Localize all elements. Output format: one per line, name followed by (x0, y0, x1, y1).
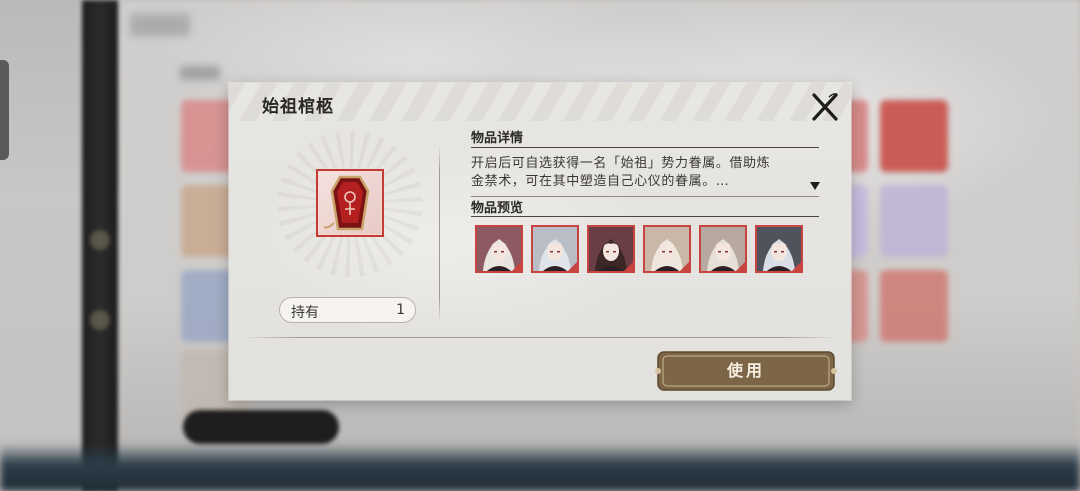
background-pill (183, 410, 339, 444)
side-handle (0, 60, 9, 160)
bottom-divider (241, 337, 839, 338)
owned-count-box: 持有 1 (279, 297, 416, 323)
dialog-title: 始祖棺柩 (262, 97, 334, 117)
use-button-label: 使用 (726, 361, 765, 380)
portrait-corner-mark (736, 262, 745, 271)
background-subtitle (180, 66, 220, 80)
character-preview-item[interactable] (643, 225, 691, 273)
owned-count: 1 (396, 302, 405, 318)
background-tile (880, 100, 948, 172)
coffin-icon (323, 175, 370, 231)
portrait-corner-mark (624, 262, 633, 271)
item-description: 开启后可自选获得一名「始祖」势力眷属。借助炼 金禁术，可在其中塑造自己心仪的眷属… (471, 155, 801, 191)
background-tile (880, 270, 948, 342)
character-preview-item[interactable] (587, 225, 635, 273)
description-line-2: 金禁术，可在其中塑造自己心仪的眷属。… (471, 174, 730, 189)
background-tile (880, 185, 948, 257)
preview-heading: 物品预览 (471, 201, 524, 216)
preview-underline (471, 216, 819, 217)
background-title (130, 14, 190, 36)
portrait-corner-mark (792, 262, 801, 271)
character-preview-item[interactable] (531, 225, 579, 273)
owned-label: 持有 (291, 305, 319, 321)
panel-divider (439, 145, 440, 323)
description-line-1: 开启后可自选获得一名「始祖」势力眷属。借助炼 (471, 156, 771, 171)
details-underline (471, 147, 819, 148)
preview-overline (471, 196, 819, 197)
close-x-icon (812, 93, 838, 121)
details-heading: 物品详情 (471, 131, 524, 146)
item-icon-frame (316, 169, 384, 237)
character-preview-item[interactable] (475, 225, 523, 273)
item-dialog: 始祖棺柩 持有 1 物品详情 开启后可自选获得一名「始祖」势力眷属。借助炼 金禁… (229, 83, 851, 400)
expand-down-triangle-icon (810, 182, 820, 190)
character-preview-item[interactable] (699, 225, 747, 273)
background-ink-wash (0, 443, 1080, 491)
close-button[interactable] (807, 89, 843, 125)
expand-description-button[interactable] (809, 177, 821, 190)
portrait-corner-mark (512, 262, 521, 271)
portrait-corner-mark (680, 262, 689, 271)
use-button[interactable]: 使用 (655, 349, 837, 393)
background-sidebar (82, 0, 118, 491)
portrait-corner-mark (568, 262, 577, 271)
character-preview-item[interactable] (755, 225, 803, 273)
